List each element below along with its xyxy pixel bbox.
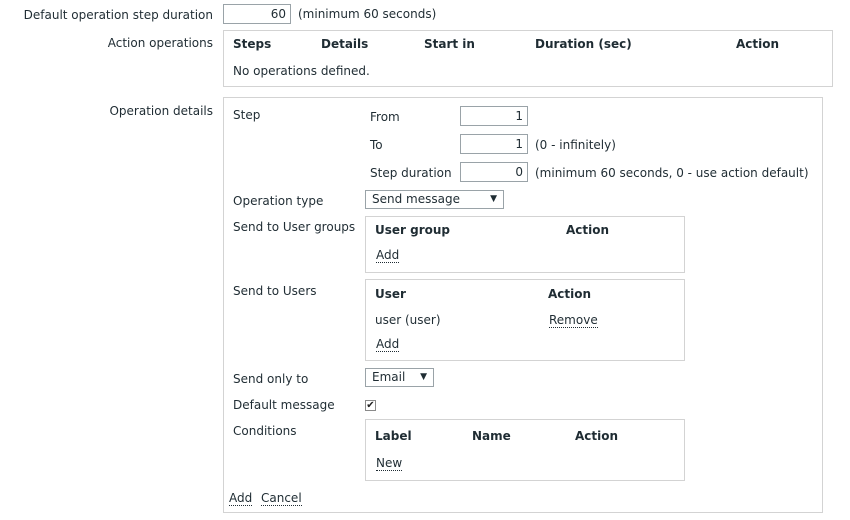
table-row-user: user (user) xyxy=(375,313,441,327)
cancel-operation-link[interactable]: Cancel xyxy=(261,492,302,506)
step-to-label: To xyxy=(370,138,383,152)
default-step-duration-hint: (minimum 60 seconds) xyxy=(298,7,437,21)
users-table: User Action user (user) Remove Add xyxy=(365,279,685,361)
column-header-user-group-action: Action xyxy=(566,223,610,237)
send-only-to-label: Send only to xyxy=(233,372,309,386)
step-duration-label: Step duration xyxy=(370,166,452,180)
column-header-label: Label xyxy=(375,429,412,443)
operation-details-panel: Step From 1 To 1 (0 - infinitely) Step d… xyxy=(223,97,823,513)
column-header-user-action: Action xyxy=(548,287,592,301)
chevron-down-icon: ▼ xyxy=(420,372,427,382)
step-duration-input[interactable]: 0 xyxy=(460,162,528,182)
column-header-name: Name xyxy=(472,429,511,443)
column-header-details: Details xyxy=(321,37,369,51)
operation-type-select[interactable]: Send message ▼ xyxy=(365,190,504,209)
remove-user-link[interactable]: Remove xyxy=(549,314,598,328)
action-operations-label: Action operations xyxy=(107,36,213,50)
chevron-down-icon: ▼ xyxy=(490,194,497,204)
user-groups-label: Send to User groups xyxy=(233,220,356,234)
add-user-group-link[interactable]: Add xyxy=(376,249,400,263)
step-to-hint: (0 - infinitely) xyxy=(535,138,616,152)
new-condition-link[interactable]: New xyxy=(376,457,403,471)
send-only-to-select[interactable]: Email ▼ xyxy=(365,368,434,387)
operation-type-label: Operation type xyxy=(233,194,324,208)
step-from-label: From xyxy=(370,110,400,124)
column-header-start-in: Start in xyxy=(424,37,475,51)
default-step-duration-label: Default operation step duration xyxy=(23,8,213,22)
user-groups-table: User group Action Add xyxy=(365,216,685,273)
no-operations-text: No operations defined. xyxy=(233,64,370,78)
default-message-label: Default message xyxy=(233,398,335,412)
conditions-label: Conditions xyxy=(233,424,297,438)
operation-details-label: Operation details xyxy=(109,104,213,118)
users-label: Send to Users xyxy=(233,284,317,298)
column-header-user: User xyxy=(375,287,406,301)
send-only-to-selected: Email xyxy=(372,370,406,384)
step-to-input[interactable]: 1 xyxy=(460,134,528,154)
column-header-action: Action xyxy=(736,37,780,51)
add-operation-link[interactable]: Add xyxy=(229,492,253,506)
column-header-condition-action: Action xyxy=(575,429,619,443)
column-header-steps: Steps xyxy=(233,37,272,51)
step-label: Step xyxy=(233,108,261,122)
operation-type-selected: Send message xyxy=(372,192,460,206)
add-user-link[interactable]: Add xyxy=(376,338,400,352)
action-operations-table: Steps Details Start in Duration (sec) Ac… xyxy=(223,30,833,87)
conditions-table: Label Name Action New xyxy=(365,419,685,481)
column-header-duration: Duration (sec) xyxy=(535,37,632,51)
step-duration-hint: (minimum 60 seconds, 0 - use action defa… xyxy=(535,166,809,180)
column-header-user-group: User group xyxy=(375,223,451,237)
step-from-input[interactable]: 1 xyxy=(460,106,528,126)
default-message-checkbox[interactable]: ✔ xyxy=(365,400,376,411)
default-step-duration-input[interactable]: 60 xyxy=(223,4,291,24)
